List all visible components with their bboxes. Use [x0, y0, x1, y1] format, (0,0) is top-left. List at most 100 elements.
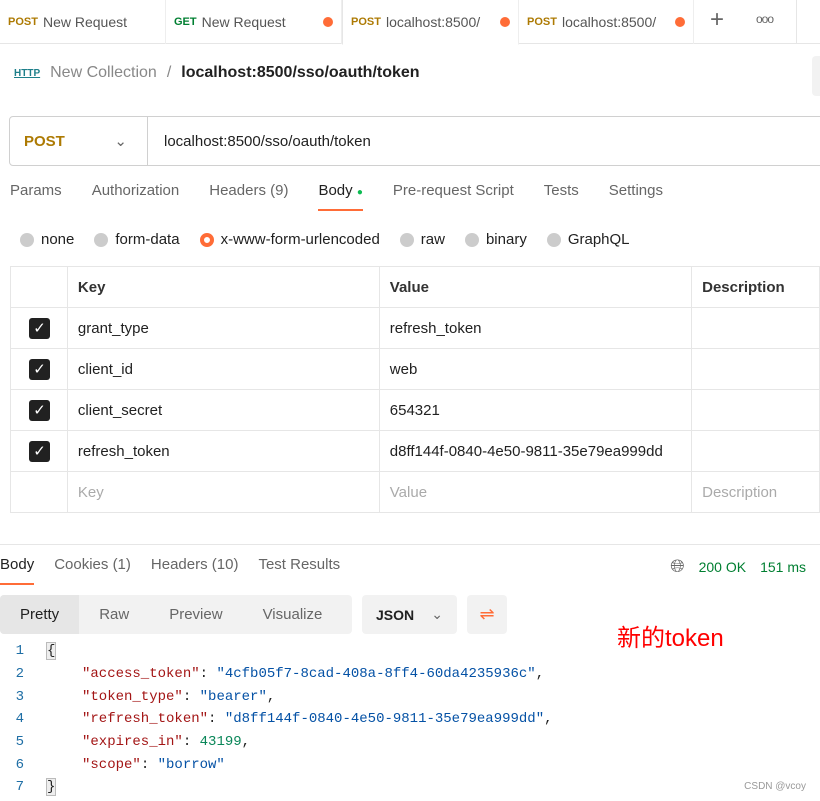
- header-check: [10, 266, 68, 308]
- radio-icon: [20, 232, 34, 247]
- description-input[interactable]: Description: [691, 471, 820, 513]
- tab-label: New Request: [201, 14, 286, 30]
- response-tabs: Body Cookies (1) Headers (10) Test Resul…: [0, 556, 340, 585]
- tab-label: New Request: [42, 14, 127, 30]
- key-cell[interactable]: client_secret: [66, 389, 380, 431]
- key-cell[interactable]: refresh_token: [66, 430, 380, 472]
- tab-settings[interactable]: Settings: [609, 182, 663, 211]
- value-cell[interactable]: web: [378, 348, 693, 390]
- globe-icon[interactable]: 🌐︎: [670, 556, 684, 577]
- checkbox-checked-icon[interactable]: ✓: [29, 440, 50, 462]
- code-line: 6 "scope": "borrow": [15, 756, 225, 773]
- breadcrumb: HTTP New Collection / localhost:8500/sso…: [14, 64, 420, 82]
- radio-form-data[interactable]: form-data: [94, 231, 180, 248]
- tab-params[interactable]: Params: [10, 182, 62, 211]
- tab-response-headers[interactable]: Headers (10): [151, 556, 239, 585]
- tab-label: Body: [318, 182, 353, 199]
- radio-label: raw: [420, 231, 445, 248]
- new-tab-plus-icon[interactable]: +: [710, 6, 724, 34]
- view-preview[interactable]: Preview: [149, 595, 242, 634]
- save-button[interactable]: [812, 56, 820, 96]
- radio-binary[interactable]: binary: [464, 231, 527, 248]
- line-number: 1: [15, 643, 24, 660]
- value-cell[interactable]: d8ff144f-0840-4e50-9811-35e79ea999dd: [378, 430, 693, 472]
- unsaved-dot-icon: [323, 17, 333, 27]
- tab-request-2[interactable]: GET New Request: [166, 0, 342, 44]
- key-cell[interactable]: client_id: [66, 348, 380, 390]
- radio-raw[interactable]: raw: [399, 231, 445, 248]
- unsaved-dot-icon: [500, 17, 510, 27]
- tab-cookies[interactable]: Cookies (1): [54, 556, 131, 585]
- tab-headers[interactable]: Headers (9): [209, 182, 288, 211]
- method-label: POST: [527, 16, 557, 28]
- wrap-lines-icon[interactable]: ⇌: [467, 595, 507, 634]
- method-select[interactable]: POST ⌄: [10, 117, 148, 165]
- header-description: Description: [691, 266, 820, 308]
- tab-request-3[interactable]: POST localhost:8500/: [342, 0, 519, 45]
- response-time[interactable]: 151 ms: [760, 559, 806, 575]
- active-dot-icon: ●: [356, 187, 363, 198]
- more-tabs-icon[interactable]: ooo: [756, 12, 774, 26]
- tab-body[interactable]: Body ●: [318, 182, 363, 211]
- line-number: 7: [15, 779, 24, 796]
- status-code[interactable]: 200 OK: [699, 559, 746, 575]
- tab-tests[interactable]: Tests: [544, 182, 579, 211]
- key-cell[interactable]: grant_type: [66, 307, 380, 349]
- request-tabs: Params Authorization Headers (9) Body ● …: [10, 182, 663, 211]
- view-visualize[interactable]: Visualize: [243, 595, 343, 634]
- http-icon: HTTP: [14, 67, 41, 79]
- method-label: POST: [351, 16, 381, 28]
- radio-none[interactable]: none: [20, 231, 74, 248]
- tab-test-results[interactable]: Test Results: [258, 556, 340, 585]
- view-raw[interactable]: Raw: [79, 595, 149, 634]
- description-cell[interactable]: [691, 389, 820, 431]
- table-row: ✓ client_secret 654321: [10, 389, 820, 431]
- method-value: POST: [24, 132, 65, 150]
- value-cell[interactable]: refresh_token: [378, 307, 693, 349]
- brace: {: [46, 642, 57, 661]
- tab-request-4[interactable]: POST localhost:8500/: [519, 0, 694, 44]
- value-input[interactable]: Value: [378, 471, 693, 513]
- header-value: Value: [378, 266, 693, 308]
- watermark: CSDN @vcoy: [744, 781, 806, 792]
- chevron-down-icon: ⌄: [114, 133, 127, 150]
- checkbox-checked-icon[interactable]: ✓: [29, 399, 50, 421]
- radio-label: form-data: [115, 231, 180, 248]
- value-cell[interactable]: 654321: [378, 389, 693, 431]
- code-line: 3 "token_type": "bearer",: [15, 688, 276, 705]
- breadcrumb-separator: /: [166, 64, 172, 81]
- divider: [0, 544, 820, 545]
- chevron-down-icon: ⌄: [431, 606, 443, 622]
- tab-response-body[interactable]: Body: [0, 556, 35, 585]
- radio-label: x-www-form-urlencoded: [220, 231, 380, 248]
- tab-pre-request-script[interactable]: Pre-request Script: [393, 182, 514, 211]
- radio-graphql[interactable]: GraphQL: [546, 231, 630, 248]
- tab-authorization[interactable]: Authorization: [92, 182, 180, 211]
- table-header: Key Value Description: [10, 266, 820, 308]
- tab-request-1[interactable]: POST New Request: [0, 0, 166, 44]
- description-cell[interactable]: [691, 348, 820, 390]
- url-input[interactable]: localhost:8500/sso/oauth/token: [148, 133, 371, 150]
- format-value: JSON: [376, 606, 415, 623]
- checkbox-checked-icon[interactable]: ✓: [29, 358, 50, 380]
- format-select[interactable]: JSON ⌄: [362, 595, 457, 634]
- radio-icon: [464, 232, 479, 247]
- response-status: 🌐︎ 200 OK 151 ms: [670, 556, 806, 577]
- radio-label: none: [41, 231, 75, 248]
- breadcrumb-collection[interactable]: New Collection: [50, 64, 157, 82]
- table-row: ✓ client_id web: [10, 348, 820, 390]
- method-label: POST: [8, 16, 38, 28]
- radio-urlencoded[interactable]: x-www-form-urlencoded: [199, 231, 380, 248]
- radio-icon: [546, 232, 561, 247]
- response-code: 1 { 2 "access_token": "4cfb05f7-8cad-408a-…: [0, 640, 553, 799]
- breadcrumb-request[interactable]: localhost:8500/sso/oauth/token: [181, 64, 419, 82]
- view-pretty[interactable]: Pretty: [0, 595, 80, 634]
- description-cell[interactable]: [691, 307, 820, 349]
- description-cell[interactable]: [691, 430, 820, 472]
- tab-label: localhost:8500/: [561, 14, 657, 30]
- annotation-text: 新的token: [617, 625, 724, 652]
- header-key: Key: [66, 266, 380, 308]
- key-input[interactable]: Key: [66, 471, 380, 513]
- checkbox-checked-icon[interactable]: ✓: [29, 317, 50, 339]
- tab-label: localhost:8500/: [385, 14, 481, 30]
